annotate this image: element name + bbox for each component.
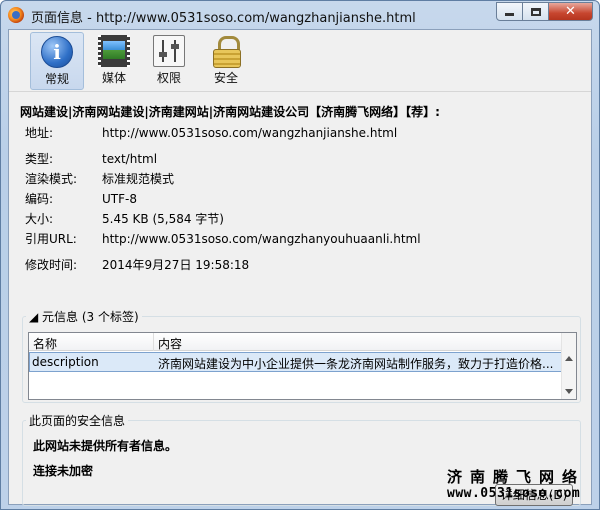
owner-info-text: 此网站未提供所有者信息。 [33, 439, 178, 453]
lock-icon [210, 35, 242, 68]
watermark-url: www.0531soso.com [447, 486, 581, 501]
meta-group-title[interactable]: ◢ 元信息 (3 个标签) [26, 308, 142, 325]
dialog-client: i 常规 媒体 权限 安全 网站建设|济南网站建设|济南建网站|济南网站建设公司… [8, 29, 592, 506]
window-title: 页面信息 - http://www.0531soso.com/wangzhanj… [31, 11, 416, 26]
address-row: 地址: http://www.0531soso.com/wangzhanjians… [25, 124, 397, 141]
size-label: 大小: [25, 212, 54, 226]
address-label: 地址: [25, 126, 54, 140]
column-divider[interactable] [153, 333, 154, 351]
tab-media[interactable]: 媒体 [87, 32, 141, 90]
encoding-value[interactable]: UTF-8 [102, 192, 137, 206]
tab-label: 媒体 [101, 71, 126, 85]
type-value[interactable]: text/html [102, 152, 157, 166]
security-group-title: 此页面的安全信息 [26, 412, 129, 429]
modified-value[interactable]: 2014年9月27日 19:58:18 [102, 258, 249, 272]
referrer-value[interactable]: http://www.0531soso.com/wangzhanyouhuaan… [102, 232, 421, 246]
title-bar[interactable]: 页面信息 - http://www.0531soso.com/wangzhanj… [1, 1, 599, 29]
tab-security[interactable]: 安全 [199, 32, 253, 90]
size-row: 大小: 5.45 KB (5,584 字节) [25, 210, 224, 227]
page-name[interactable]: 网站建设|济南网站建设|济南建网站|济南网站建设公司【济南腾飞网络】【荐】: [20, 103, 440, 120]
type-label: 类型: [25, 152, 54, 166]
render-mode-row: 渲染模式: 标准规范模式 [25, 170, 174, 187]
meta-name-cell: description [32, 355, 99, 369]
media-icon [98, 35, 130, 67]
vertical-scrollbar[interactable] [561, 333, 576, 399]
address-value[interactable]: http://www.0531soso.com/wangzhanjianshe.… [102, 126, 397, 140]
table-row[interactable]: description 济南网站建设为中小企业提供一条龙济南网站制作服务，致力于… [29, 352, 562, 372]
referrer-label: 引用URL: [25, 232, 77, 246]
permissions-icon [153, 35, 185, 67]
render-mode-label: 渲染模式: [25, 172, 78, 186]
info-icon: i [41, 36, 73, 68]
render-mode-value[interactable]: 标准规范模式 [102, 172, 174, 186]
modified-label: 修改时间: [25, 258, 78, 272]
column-header-content[interactable]: 内容 [158, 335, 182, 352]
encoding-label: 编码: [25, 192, 54, 206]
maximize-button[interactable] [523, 2, 549, 21]
size-value[interactable]: 5.45 KB (5,584 字节) [102, 212, 224, 226]
maximize-icon [530, 7, 541, 16]
minimize-button[interactable] [496, 2, 523, 21]
tab-label: 安全 [213, 71, 238, 85]
tab-label: 权限 [156, 71, 181, 85]
close-icon: ✕ [565, 4, 576, 19]
scroll-up-icon[interactable] [565, 356, 573, 361]
general-panel: 网站建设|济南网站建设|济南建网站|济南网站建设公司【济南腾飞网络】【荐】: 地… [9, 93, 591, 506]
toolbar: i 常规 媒体 权限 安全 [9, 30, 591, 92]
close-button[interactable]: ✕ [549, 2, 593, 21]
meta-content-cell: 济南网站建设为中小企业提供一条龙济南网站制作服务，致力于打造价格... [158, 357, 554, 371]
caption-buttons: ✕ [496, 2, 593, 21]
scroll-down-icon[interactable] [565, 389, 573, 394]
meta-table-header: 名称 内容 [29, 333, 562, 351]
connection-status-text: 连接未加密 [33, 464, 94, 478]
referrer-row: 引用URL: http://www.0531soso.com/wangzhanyo… [25, 230, 421, 247]
tab-permissions[interactable]: 权限 [142, 32, 196, 90]
column-header-name[interactable]: 名称 [33, 335, 57, 352]
modified-row: 修改时间: 2014年9月27日 19:58:18 [25, 256, 249, 273]
meta-table[interactable]: 名称 内容 description 济南网站建设为中小企业提供一条龙济南网站制作… [28, 332, 577, 400]
minimize-icon [505, 13, 514, 16]
page-info-window: 页面信息 - http://www.0531soso.com/wangzhanj… [0, 0, 600, 510]
watermark-title: 济南腾飞网络 [447, 468, 586, 486]
meta-group: ◢ 元信息 (3 个标签) 名称 内容 description 济南网站建设为中… [22, 308, 581, 403]
tab-label: 常规 [44, 72, 69, 86]
type-row: 类型: text/html [25, 150, 157, 167]
encoding-row: 编码: UTF-8 [25, 190, 137, 207]
tab-general[interactable]: i 常规 [30, 32, 84, 90]
firefox-icon [8, 7, 24, 23]
